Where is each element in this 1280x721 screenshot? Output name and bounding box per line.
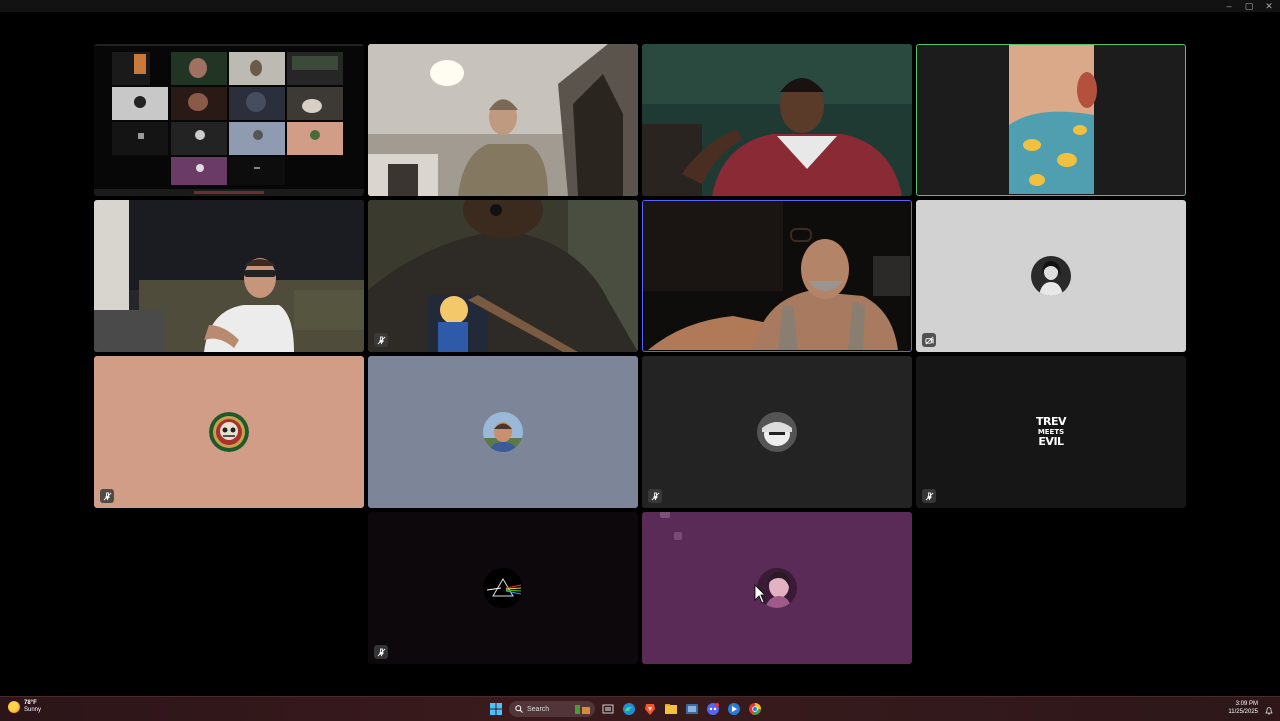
mouse-cursor: [754, 584, 766, 608]
participant-video-tile[interactable]: [368, 44, 638, 196]
participant-avatar-tile[interactable]: [916, 200, 1186, 352]
start-icon[interactable]: [488, 701, 504, 717]
edge-icon[interactable]: [621, 701, 637, 717]
search-highlight-icon: [575, 705, 590, 714]
participant-avatar-tile[interactable]: TREV MEETS EVIL: [916, 356, 1186, 508]
discord-icon[interactable]: [705, 701, 721, 717]
clock-time: 3:09 PM: [1235, 701, 1258, 707]
participant-video-feed: [643, 201, 910, 350]
participant-avatar: [209, 412, 249, 452]
chrome-icon[interactable]: [747, 701, 763, 717]
brave-icon[interactable]: [642, 701, 658, 717]
participant-avatar-tile[interactable]: [642, 512, 912, 664]
sun-icon: [8, 701, 20, 713]
trev-meets-evil-logo: TREV MEETS EVIL: [1035, 415, 1067, 448]
muted-icon: [374, 645, 388, 659]
shared-screen-thumbnail: [94, 44, 364, 196]
participant-avatar: [1031, 256, 1071, 296]
taskbar-clock[interactable]: 3:09 PM 11/25/2025: [1228, 700, 1258, 716]
close-button[interactable]: ✕: [1264, 1, 1274, 11]
participant-avatar-tile[interactable]: [642, 356, 912, 508]
participant-avatar: [757, 412, 797, 452]
participant-video-feed: [368, 44, 638, 196]
search-icon: [515, 705, 523, 713]
muted-icon: [648, 489, 662, 503]
app-icon[interactable]: [726, 701, 742, 717]
window-titlebar: – ▢ ✕: [0, 0, 1280, 12]
participant-video-tile[interactable]: [94, 200, 364, 352]
participant-video-feed: [94, 200, 364, 352]
participant-avatar: [483, 412, 523, 452]
muted-icon: [100, 489, 114, 503]
taskbar: 78°F Sunny Search 3:09 PM 11/25/2025: [0, 696, 1280, 721]
clock-date: 11/25/2025: [1228, 709, 1258, 715]
weather-temperature: 78°F: [24, 700, 37, 706]
participant-video-tile-active-speaker[interactable]: [916, 44, 1186, 196]
participant-avatar-tile[interactable]: [94, 356, 364, 508]
search-label: Search: [527, 705, 550, 713]
participant-video-tile-pinned[interactable]: [642, 200, 912, 352]
participant-video-tile[interactable]: [368, 200, 638, 352]
participant-avatar-tile[interactable]: [368, 512, 638, 664]
participant-video-feed: [642, 44, 912, 196]
maximize-button[interactable]: ▢: [1244, 1, 1254, 11]
participant-avatar-tile[interactable]: [368, 356, 638, 508]
task-view-icon[interactable]: [600, 701, 616, 717]
participant-video-feed: [917, 45, 1184, 194]
weather-condition: Sunny: [24, 707, 42, 713]
video-off-icon: [922, 333, 936, 347]
weather-widget[interactable]: 78°F Sunny: [8, 700, 41, 714]
participant-avatar: [483, 568, 523, 608]
notification-bell-icon[interactable]: [1264, 703, 1274, 715]
taskbar-search[interactable]: Search: [509, 701, 595, 717]
screen-share-tile[interactable]: [94, 44, 364, 196]
taskbar-apps: Search: [488, 700, 763, 718]
muted-icon: [922, 489, 936, 503]
participant-video-feed: [368, 200, 638, 352]
window-controls: – ▢ ✕: [1224, 1, 1274, 11]
files-icon[interactable]: [684, 701, 700, 717]
minimize-button[interactable]: –: [1224, 1, 1234, 11]
muted-icon: [374, 333, 388, 347]
file-explorer-icon[interactable]: [663, 701, 679, 717]
participant-video-tile[interactable]: [642, 44, 912, 196]
